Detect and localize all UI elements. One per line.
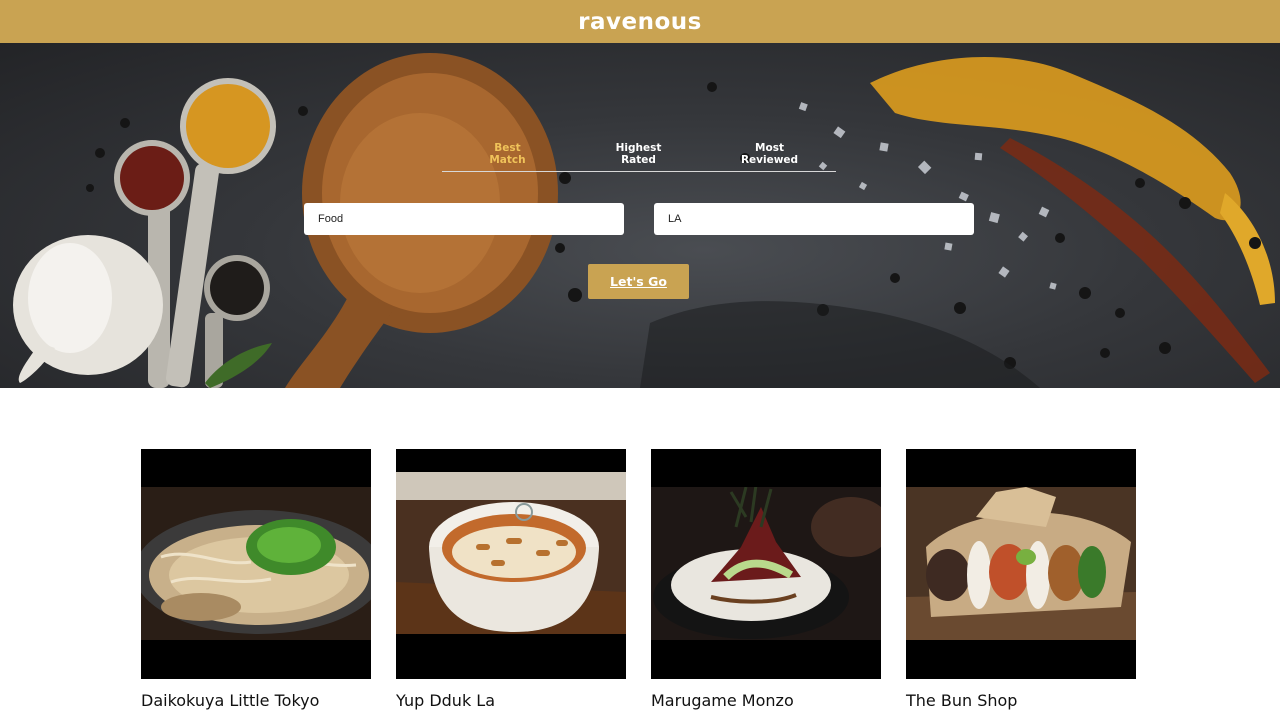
- sort-option-best-match[interactable]: Best Match: [442, 142, 573, 171]
- sort-option-label: Highest Rated: [615, 142, 662, 166]
- business-card[interactable]: The Bun Shop: [906, 449, 1136, 710]
- business-image: [141, 449, 371, 679]
- business-image: [906, 449, 1136, 679]
- sort-option-highest-rated[interactable]: Highest Rated: [573, 142, 704, 171]
- lets-go-button[interactable]: Let's Go: [588, 264, 689, 299]
- business-card[interactable]: Marugame Monzo: [651, 449, 881, 710]
- app-header: ravenous: [0, 0, 1280, 43]
- bao-buns-photo-icon: [906, 487, 1136, 640]
- app-logo: ravenous: [578, 8, 702, 35]
- business-name: Daikokuya Little Tokyo: [141, 691, 320, 710]
- sort-options-bar: Best Match Highest Rated Most Reviewed: [442, 142, 836, 172]
- sort-option-most-reviewed[interactable]: Most Reviewed: [704, 142, 835, 171]
- business-image: [651, 449, 881, 679]
- business-card[interactable]: Yup Dduk La: [396, 449, 626, 710]
- search-hero: Best Match Highest Rated Most Reviewed L…: [0, 43, 1280, 388]
- tteokbokki-bowl-photo-icon: [396, 472, 626, 634]
- ramen-photo-icon: [141, 487, 371, 640]
- business-card[interactable]: Daikokuya Little Tokyo: [141, 449, 371, 710]
- business-image: [396, 449, 626, 679]
- sort-option-label: Most Reviewed: [740, 142, 799, 166]
- business-list: Daikokuya Little Tokyo Yup Dduk La Marug…: [141, 449, 1136, 710]
- business-name: Yup Dduk La: [396, 691, 496, 710]
- sort-option-label: Best Match: [489, 142, 526, 166]
- search-location-input[interactable]: [654, 203, 974, 235]
- business-name: Marugame Monzo: [651, 691, 794, 710]
- page: ravenous Best Match Highest Rated Most R…: [0, 0, 1280, 720]
- search-term-input[interactable]: [304, 203, 624, 235]
- rice-bowl-photo-icon: [651, 487, 881, 640]
- spices-background-image: [13, 53, 1275, 388]
- business-name: The Bun Shop: [906, 691, 1018, 710]
